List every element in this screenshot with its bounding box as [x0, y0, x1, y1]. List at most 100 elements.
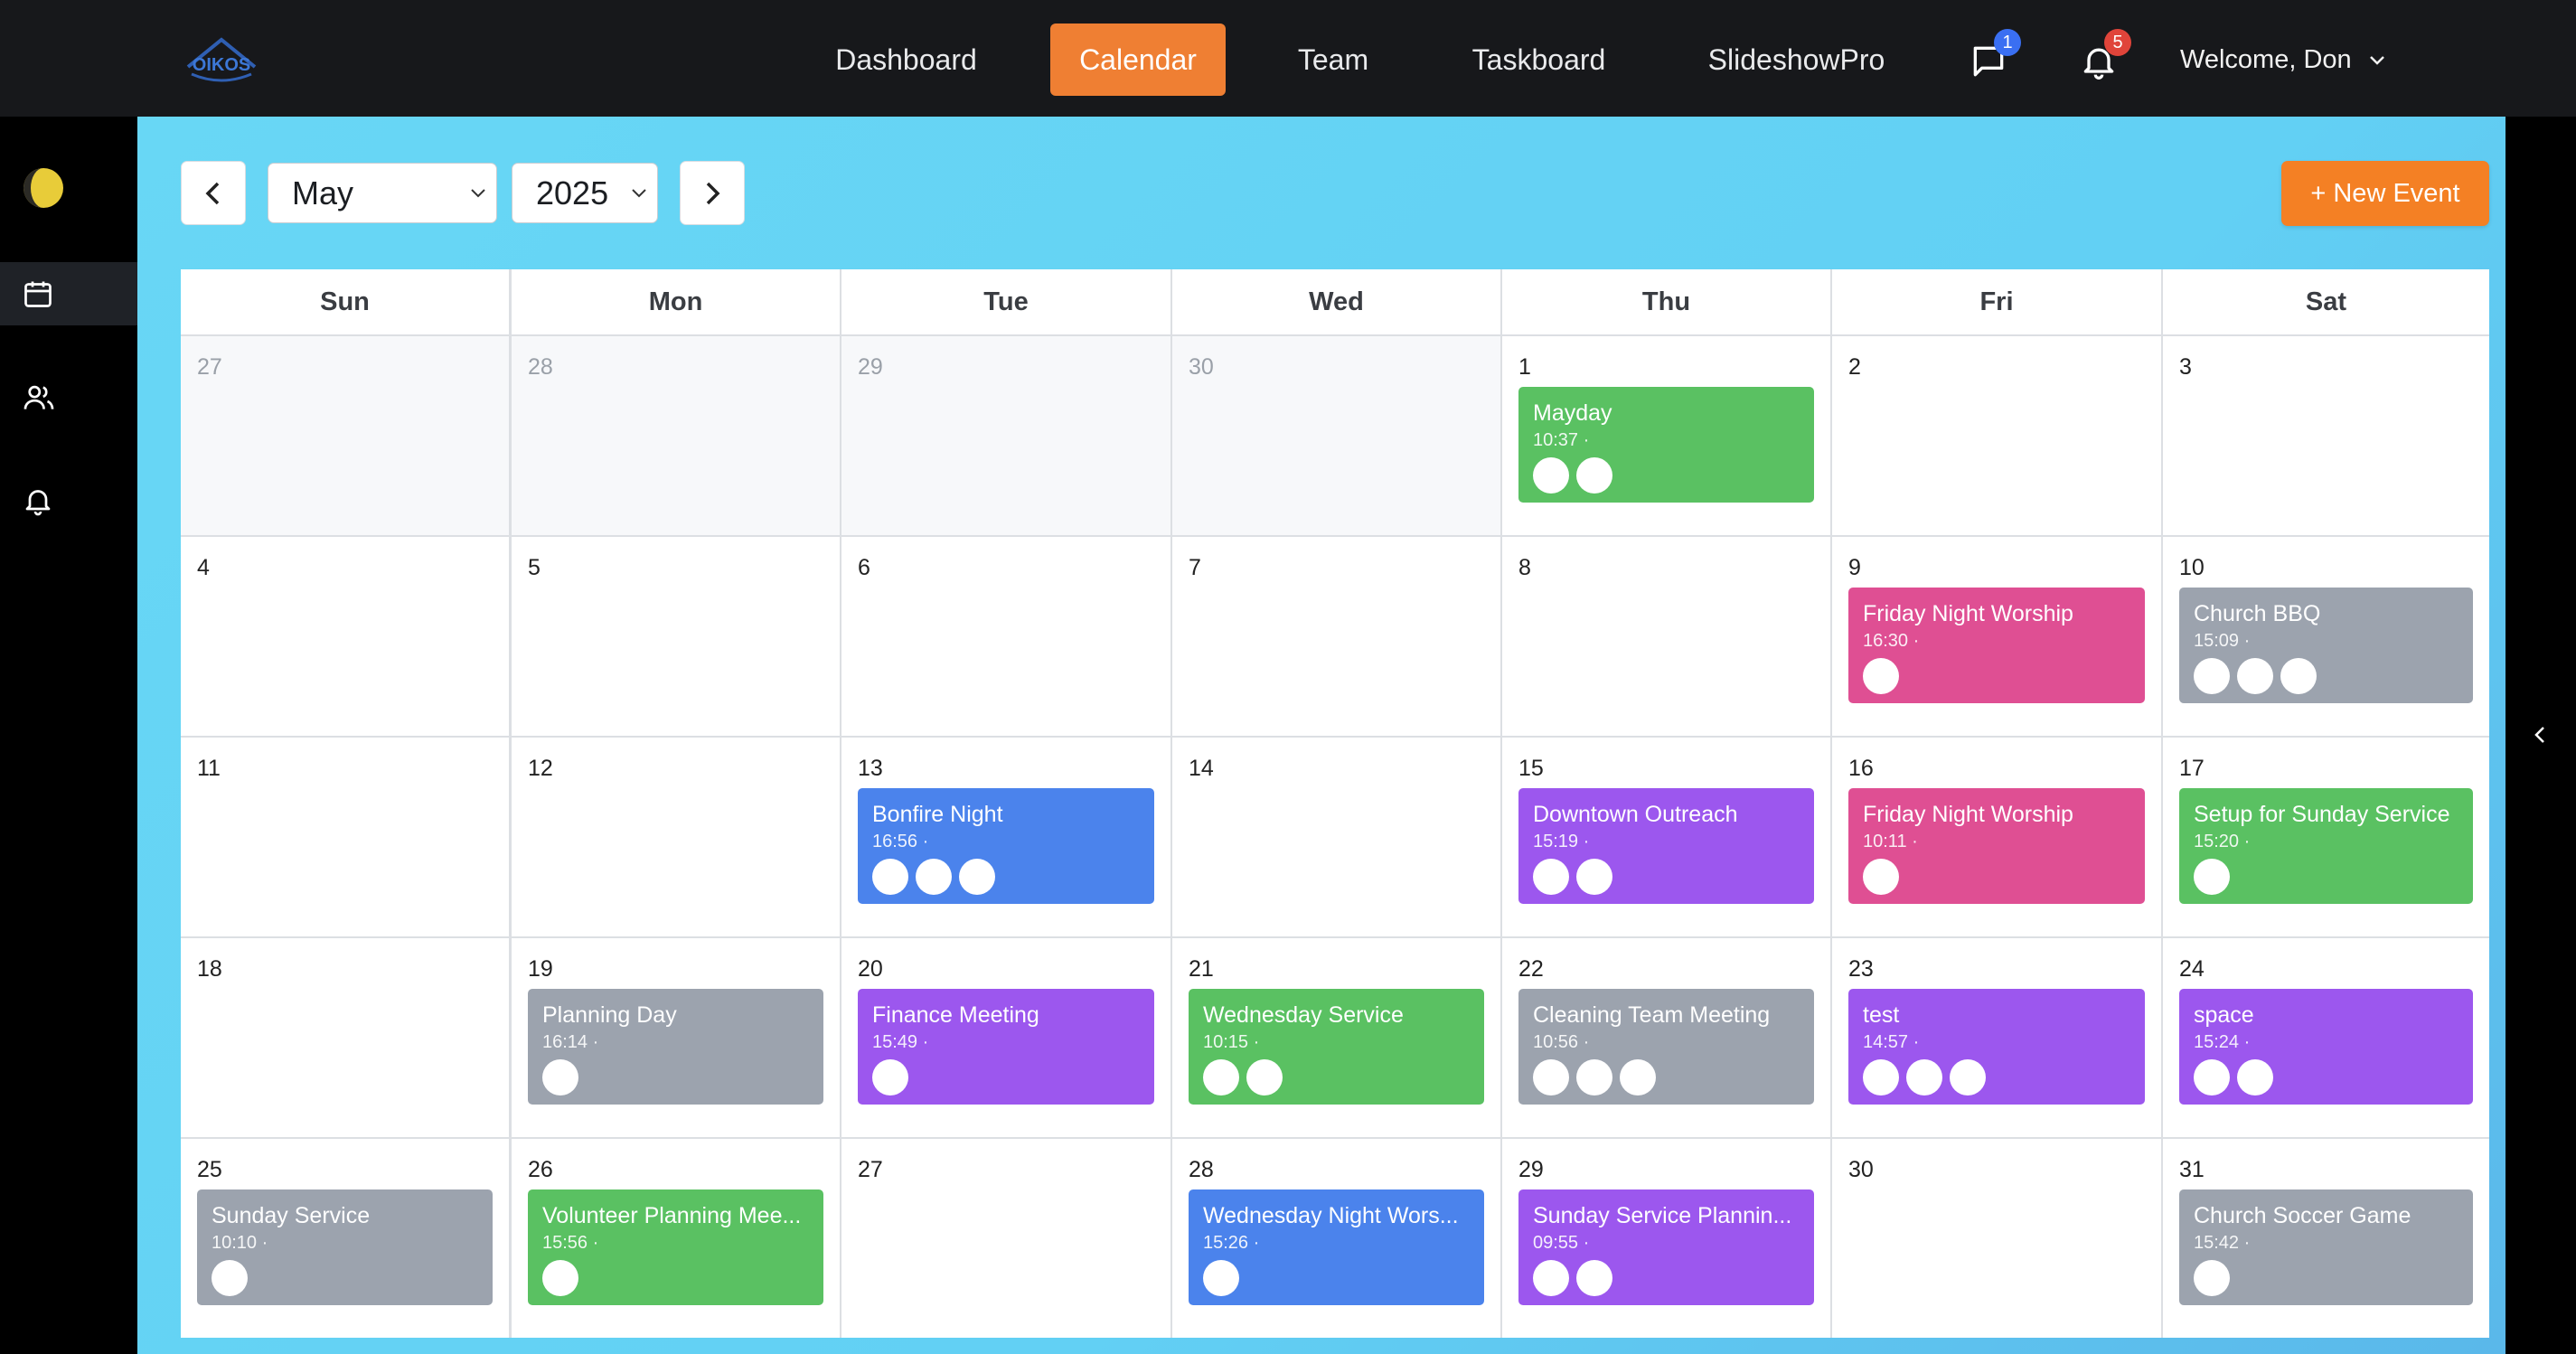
event-card[interactable]: Friday Night Worship 10:11 · [1848, 788, 2145, 904]
day-cell[interactable]: 24 space 15:24 · [2163, 938, 2489, 1137]
day-cell[interactable]: 18 [181, 938, 509, 1137]
event-card[interactable]: Sunday Service Plannin... 09:55 · [1518, 1189, 1814, 1305]
attendee-avatar[interactable] [1246, 1059, 1283, 1095]
day-cell[interactable]: 11 [181, 738, 509, 936]
day-cell[interactable]: 25 Sunday Service 10:10 · [181, 1139, 509, 1338]
event-card[interactable]: Finance Meeting 15:49 · [858, 989, 1154, 1105]
prev-month-button[interactable] [181, 161, 246, 225]
day-cell[interactable]: 31 Church Soccer Game 15:42 · [2163, 1139, 2489, 1338]
day-cell[interactable]: 6 [841, 537, 1170, 736]
attendee-avatar[interactable] [1620, 1059, 1656, 1095]
attendee-avatar[interactable] [1576, 1260, 1612, 1296]
attendee-avatar[interactable] [1863, 658, 1899, 694]
day-cell[interactable]: 22 Cleaning Team Meeting 10:56 · [1502, 938, 1830, 1137]
attendee-avatar[interactable] [542, 1260, 578, 1296]
right-panel-toggle[interactable] [2505, 117, 2576, 1354]
user-menu[interactable]: Welcome, Don [2180, 33, 2386, 87]
event-card[interactable]: Church Soccer Game 15:42 · [2179, 1189, 2473, 1305]
event-card[interactable]: Cleaning Team Meeting 10:56 · [1518, 989, 1814, 1105]
event-card[interactable]: Bonfire Night 16:56 · [858, 788, 1154, 904]
nav-team[interactable]: Team [1274, 24, 1392, 96]
day-cell[interactable]: 16 Friday Night Worship 10:11 · [1832, 738, 2161, 936]
event-card[interactable]: Friday Night Worship 16:30 · [1848, 588, 2145, 703]
attendee-avatar[interactable] [2194, 1059, 2230, 1095]
day-cell[interactable]: 8 [1502, 537, 1830, 736]
day-cell[interactable]: 19 Planning Day 16:14 · [512, 938, 840, 1137]
attendee-avatar[interactable] [212, 1260, 248, 1296]
nav-calendar[interactable]: Calendar [1050, 24, 1226, 96]
day-cell[interactable]: 14 [1172, 738, 1500, 936]
oikos-logo[interactable]: OIKOS [181, 33, 262, 85]
day-cell[interactable]: 20 Finance Meeting 15:49 · [841, 938, 1170, 1137]
event-card[interactable]: Mayday 10:37 · [1518, 387, 1814, 503]
attendee-avatar[interactable] [1533, 1260, 1569, 1296]
attendee-avatar[interactable] [2194, 1260, 2230, 1296]
day-cell[interactable]: 26 Volunteer Planning Mee... 15:56 · [512, 1139, 840, 1338]
day-cell[interactable]: 27 [841, 1139, 1170, 1338]
day-cell[interactable]: 29 [841, 336, 1170, 535]
new-event-button[interactable]: + New Event [2281, 161, 2489, 226]
attendee-avatar[interactable] [1203, 1260, 1239, 1296]
attendee-avatar[interactable] [2237, 658, 2273, 694]
event-card[interactable]: test 14:57 · [1848, 989, 2145, 1105]
nav-dashboard[interactable]: Dashboard [818, 24, 994, 96]
attendee-avatar[interactable] [1576, 859, 1612, 895]
month-select[interactable]: May [268, 163, 497, 223]
day-cell[interactable]: 17 Setup for Sunday Service 15:20 · [2163, 738, 2489, 936]
attendee-avatar[interactable] [2237, 1059, 2273, 1095]
event-card[interactable]: Sunday Service 10:10 · [197, 1189, 493, 1305]
event-card[interactable]: Church BBQ 15:09 · [2179, 588, 2473, 703]
nav-taskboard[interactable]: Taskboard [1455, 24, 1622, 96]
day-cell[interactable]: 29 Sunday Service Plannin... 09:55 · [1502, 1139, 1830, 1338]
sidebar-item-team[interactable] [0, 366, 137, 429]
attendee-avatar[interactable] [1863, 1059, 1899, 1095]
attendee-avatar[interactable] [2194, 658, 2230, 694]
attendee-avatar[interactable] [1863, 859, 1899, 895]
event-card[interactable]: Wednesday Night Wors... 15:26 · [1189, 1189, 1484, 1305]
day-cell[interactable]: 12 [512, 738, 840, 936]
attendee-avatar[interactable] [1533, 1059, 1569, 1095]
attendee-avatar[interactable] [1533, 859, 1569, 895]
sidebar-item-notifications[interactable] [0, 469, 137, 532]
attendee-avatar[interactable] [872, 859, 908, 895]
day-cell[interactable]: 28 [512, 336, 840, 535]
attendee-avatar[interactable] [959, 859, 995, 895]
attendee-avatar[interactable] [1203, 1059, 1239, 1095]
attendee-avatar[interactable] [1576, 1059, 1612, 1095]
next-month-button[interactable] [680, 161, 745, 225]
nav-slideshowpro[interactable]: SlideshowPro [1690, 24, 1903, 96]
event-card[interactable]: Setup for Sunday Service 15:20 · [2179, 788, 2473, 904]
day-cell[interactable]: 13 Bonfire Night 16:56 · [841, 738, 1170, 936]
day-cell[interactable]: 15 Downtown Outreach 15:19 · [1502, 738, 1830, 936]
attendee-avatar[interactable] [1950, 1059, 1986, 1095]
day-cell[interactable]: 21 Wednesday Service 10:15 · [1172, 938, 1500, 1137]
day-cell[interactable]: 1 Mayday 10:37 · [1502, 336, 1830, 535]
event-card[interactable]: Downtown Outreach 15:19 · [1518, 788, 1814, 904]
attendee-avatar[interactable] [916, 859, 952, 895]
day-cell[interactable]: 30 [1172, 336, 1500, 535]
attendee-avatar[interactable] [1533, 457, 1569, 494]
year-select[interactable]: 2025 [512, 163, 658, 223]
event-card[interactable]: space 15:24 · [2179, 989, 2473, 1105]
attendee-avatar[interactable] [542, 1059, 578, 1095]
theme-toggle[interactable] [0, 156, 137, 220]
day-cell[interactable]: 5 [512, 537, 840, 736]
day-cell[interactable]: 2 [1832, 336, 2161, 535]
attendee-avatar[interactable] [2280, 658, 2317, 694]
day-cell[interactable]: 4 [181, 537, 509, 736]
attendee-avatar[interactable] [2194, 859, 2230, 895]
day-cell[interactable]: 30 [1832, 1139, 2161, 1338]
messages-button[interactable]: 1 [1969, 29, 2021, 87]
attendee-avatar[interactable] [1906, 1059, 1942, 1095]
notifications-button[interactable]: 5 [2079, 29, 2131, 87]
attendee-avatar[interactable] [872, 1059, 908, 1095]
day-cell[interactable]: 23 test 14:57 · [1832, 938, 2161, 1137]
event-card[interactable]: Wednesday Service 10:15 · [1189, 989, 1484, 1105]
day-cell[interactable]: 28 Wednesday Night Wors... 15:26 · [1172, 1139, 1500, 1338]
event-card[interactable]: Volunteer Planning Mee... 15:56 · [528, 1189, 823, 1305]
day-cell[interactable]: 7 [1172, 537, 1500, 736]
attendee-avatar[interactable] [1576, 457, 1612, 494]
day-cell[interactable]: 27 [181, 336, 509, 535]
day-cell[interactable]: 9 Friday Night Worship 16:30 · [1832, 537, 2161, 736]
day-cell[interactable]: 10 Church BBQ 15:09 · [2163, 537, 2489, 736]
